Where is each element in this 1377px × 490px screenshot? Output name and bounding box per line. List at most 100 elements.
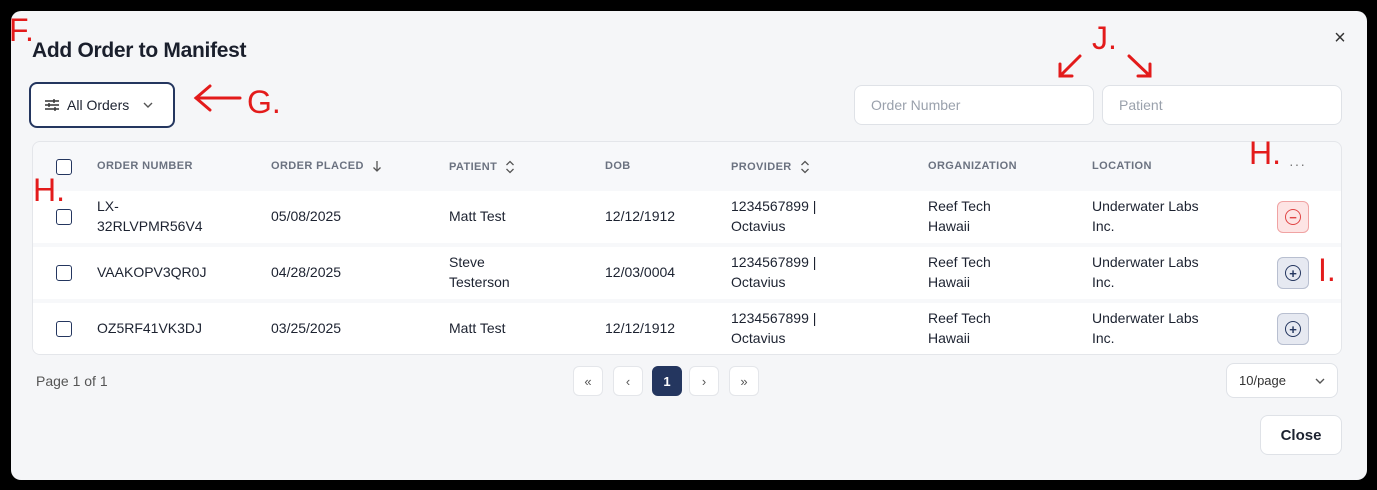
order-number-line-1: OZ5RF41VK3DJ xyxy=(97,320,203,336)
dob-cell: 12/12/1912 xyxy=(605,320,676,336)
location-line-1: Underwater Labs xyxy=(1092,254,1199,270)
filter-label: All Orders xyxy=(67,97,130,113)
header-dob-label: DOB xyxy=(605,160,631,172)
remove-order-button[interactable]: − xyxy=(1277,201,1309,233)
location-line-2: Inc. xyxy=(1092,330,1115,346)
order-number-line-2: 32RLVPMR56V4 xyxy=(97,218,203,234)
patient-cell: Matt Test xyxy=(449,206,506,226)
annotation-g: G. xyxy=(247,84,281,120)
dob-cell: 12/03/0004 xyxy=(605,264,676,280)
orders-table: ORDER NUMBER ORDER PLACED PATIENT DOB PR… xyxy=(32,141,1342,355)
row-checkbox[interactable] xyxy=(56,209,72,225)
page-size-select[interactable]: 10/page xyxy=(1226,363,1338,398)
annotation-h-row: H. xyxy=(33,172,65,208)
order-placed-cell: 03/25/2025 xyxy=(271,320,342,336)
sort-toggle-icon[interactable] xyxy=(800,160,810,174)
chevron-down-icon xyxy=(1315,378,1325,384)
page-1-button[interactable]: 1 xyxy=(652,366,682,396)
annotation-h-header: H. xyxy=(1249,135,1281,171)
organization-line-1: Reef Tech xyxy=(928,310,991,326)
previous-page-button[interactable]: ‹ xyxy=(613,366,643,396)
location-line-2: Inc. xyxy=(1092,274,1115,290)
header-order-number-label: ORDER NUMBER xyxy=(97,160,193,172)
organization-line-1: Reef Tech xyxy=(928,254,991,270)
row-checkbox[interactable] xyxy=(56,321,72,337)
next-page-button[interactable]: › xyxy=(689,366,719,396)
header-location: LOCATION xyxy=(1092,160,1152,172)
header-organization-label: ORGANIZATION xyxy=(928,160,1017,172)
header-order-placed[interactable]: ORDER PLACED xyxy=(271,160,382,172)
plus-circle-icon: + xyxy=(1285,265,1301,281)
organization-line-2: Hawaii xyxy=(928,330,971,346)
order-number-line-1: LX- xyxy=(97,198,119,214)
location-cell: Underwater Labs Inc. xyxy=(1092,252,1199,292)
provider-line-2: Octavius xyxy=(731,330,786,346)
page-info: Page 1 of 1 xyxy=(36,373,108,389)
sort-descending-icon[interactable] xyxy=(372,160,382,172)
chevron-down-icon xyxy=(143,102,153,108)
add-order-button[interactable]: + xyxy=(1277,257,1309,289)
location-cell: Underwater Labs Inc. xyxy=(1092,308,1199,348)
sort-toggle-icon[interactable] xyxy=(505,160,515,174)
header-provider-label: PROVIDER xyxy=(731,161,792,173)
patient-line-1: Steve xyxy=(449,254,485,270)
provider-line-1: 1234567899 | xyxy=(731,310,817,326)
organization-cell: Reef Tech Hawaii xyxy=(928,252,991,292)
close-button[interactable]: Close xyxy=(1260,415,1342,455)
add-order-button[interactable]: + xyxy=(1277,313,1309,345)
filter-sliders-icon xyxy=(45,99,59,111)
order-number-cell: LX- 32RLVPMR56V4 xyxy=(97,196,203,236)
provider-line-2: Octavius xyxy=(731,274,786,290)
header-order-placed-label: ORDER PLACED xyxy=(271,160,364,172)
close-icon[interactable]: × xyxy=(1329,27,1351,49)
location-line-2: Inc. xyxy=(1092,218,1115,234)
organization-line-2: Hawaii xyxy=(928,218,971,234)
table-row[interactable]: OZ5RF41VK3DJ 03/25/2025 Matt Test 12/12/… xyxy=(33,303,1341,354)
organization-cell: Reef Tech Hawaii xyxy=(928,308,991,348)
header-dob: DOB xyxy=(605,160,631,172)
page-size-value: 10/page xyxy=(1239,373,1286,388)
provider-cell: 1234567899 | Octavius xyxy=(731,252,816,292)
first-page-button[interactable]: « xyxy=(573,366,603,396)
order-placed-cell: 05/08/2025 xyxy=(271,208,342,224)
header-patient[interactable]: PATIENT xyxy=(449,160,515,174)
location-line-1: Underwater Labs xyxy=(1092,310,1199,326)
order-placed-cell: 04/28/2025 xyxy=(271,264,342,280)
organization-line-2: Hawaii xyxy=(928,274,971,290)
organization-line-1: Reef Tech xyxy=(928,198,991,214)
location-cell: Underwater Labs Inc. xyxy=(1092,196,1199,236)
location-line-1: Underwater Labs xyxy=(1092,198,1199,214)
patient-line-1: Matt Test xyxy=(449,320,506,336)
patient-search-input[interactable] xyxy=(1102,85,1342,125)
annotation-i: I. xyxy=(1318,252,1336,288)
header-patient-label: PATIENT xyxy=(449,161,498,173)
row-checkbox[interactable] xyxy=(56,265,72,281)
patient-cell: Matt Test xyxy=(449,318,506,338)
patient-line-1: Matt Test xyxy=(449,208,506,224)
header-organization: ORGANIZATION xyxy=(928,160,1017,172)
modal-title: Add Order to Manifest xyxy=(32,39,247,62)
provider-cell: 1234567899 | Octavius xyxy=(731,196,816,236)
annotation-j: J. xyxy=(1092,20,1117,56)
order-number-line-1: VAAKOPV3QR0J xyxy=(97,264,207,280)
table-row[interactable]: LX- 32RLVPMR56V4 05/08/2025 Matt Test 12… xyxy=(33,191,1341,243)
plus-circle-icon: + xyxy=(1285,321,1301,337)
provider-line-1: 1234567899 | xyxy=(731,198,817,214)
provider-line-2: Octavius xyxy=(731,218,786,234)
provider-line-1: 1234567899 | xyxy=(731,254,817,270)
provider-cell: 1234567899 | Octavius xyxy=(731,308,816,348)
order-number-cell: OZ5RF41VK3DJ xyxy=(97,318,202,338)
minus-circle-icon: − xyxy=(1285,209,1301,225)
add-order-modal: Add Order to Manifest × All Orders ORDER… xyxy=(11,11,1367,480)
all-orders-filter-button[interactable]: All Orders xyxy=(29,82,175,128)
dob-cell: 12/12/1912 xyxy=(605,208,676,224)
organization-cell: Reef Tech Hawaii xyxy=(928,196,991,236)
patient-line-2: Testerson xyxy=(449,274,510,290)
order-number-search-input[interactable] xyxy=(854,85,1094,125)
last-page-button[interactable]: » xyxy=(729,366,759,396)
header-provider[interactable]: PROVIDER xyxy=(731,160,810,174)
more-options-icon[interactable]: ··· xyxy=(1289,156,1306,172)
header-order-number[interactable]: ORDER NUMBER xyxy=(97,160,193,172)
table-row[interactable]: VAAKOPV3QR0J 04/28/2025 Steve Testerson … xyxy=(33,247,1341,299)
annotation-f: F. xyxy=(9,12,34,48)
